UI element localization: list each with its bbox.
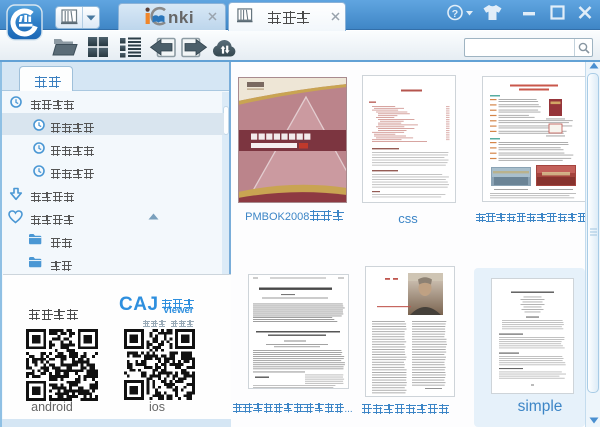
svg-text:nki: nki: [168, 8, 194, 26]
svg-text:?: ?: [452, 8, 458, 20]
